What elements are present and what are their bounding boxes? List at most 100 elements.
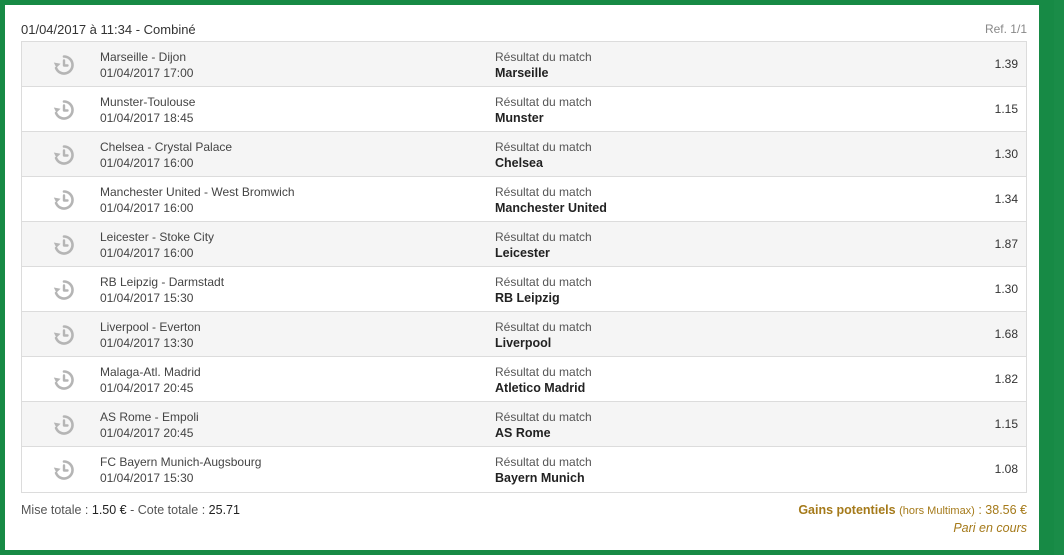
market-name: Résultat du match [495, 455, 592, 469]
selection-pick: Marseille [495, 66, 549, 80]
bet-row: FC Bayern Munich-Augsbourg 01/04/2017 15:… [22, 447, 1026, 492]
market-name: Résultat du match [495, 185, 592, 199]
gains-label: Gains potentiels [798, 503, 896, 517]
history-icon [52, 143, 76, 167]
history-icon [52, 413, 76, 437]
history-icon [52, 53, 76, 77]
history-icon [52, 98, 76, 122]
match-date: 01/04/2017 17:00 [100, 66, 194, 80]
market-info: Résultat du match Manchester United [495, 184, 607, 216]
market-info: Résultat du match Munster [495, 94, 592, 126]
match-date: 01/04/2017 20:45 [100, 426, 194, 440]
bet-header: 01/04/2017 à 11:34 - Combiné Ref. 1/1 [21, 20, 1027, 40]
market-info: Résultat du match Leicester [495, 229, 592, 261]
bet-row: Manchester United - West Bromwich 01/04/2… [22, 177, 1026, 222]
bet-row: Marseille - Dijon 01/04/2017 17:00 Résulta… [22, 42, 1026, 87]
market-info: Résultat du match Bayern Munich [495, 454, 592, 486]
market-name: Résultat du match [495, 50, 592, 64]
market-name: Résultat du match [495, 230, 592, 244]
match-info: Manchester United - West Bromwich 01/04/2… [100, 184, 295, 216]
match-name: Munster-Toulouse [100, 95, 196, 109]
market-name: Résultat du match [495, 95, 592, 109]
selection-odds: 1.82 [994, 372, 1018, 386]
match-date: 01/04/2017 18:45 [100, 111, 194, 125]
selection-odds: 1.15 [994, 417, 1018, 431]
selection-odds: 1.39 [994, 57, 1018, 71]
selection-odds: 1.15 [994, 102, 1018, 116]
match-info: Munster-Toulouse 01/04/2017 18:45 [100, 94, 195, 126]
gains-note: (hors Multimax) [899, 505, 975, 517]
history-icon [52, 233, 76, 257]
selection-pick: Chelsea [495, 156, 543, 170]
match-name: AS Rome - Empoli [100, 410, 199, 424]
match-date: 01/04/2017 16:00 [100, 246, 194, 260]
bet-row: Munster-Toulouse 01/04/2017 18:45 Résultat… [22, 87, 1026, 132]
selection-pick: Atletico Madrid [495, 381, 586, 395]
match-name: Leicester - Stoke City [100, 230, 215, 244]
bet-row: Leicester - Stoke City 01/04/2017 16:00 Ré… [22, 222, 1026, 267]
selection-odds: 1.30 [994, 282, 1018, 296]
match-name: Liverpool - Everton [100, 320, 201, 334]
market-info: Résultat du match Chelsea [495, 139, 592, 171]
match-info: Marseille - Dijon 01/04/2017 17:00 [100, 49, 193, 81]
match-name: Chelsea - Crystal Palace [100, 140, 233, 154]
history-icon [52, 368, 76, 392]
bet-row: AS Rome - Empoli 01/04/2017 20:45 Résultat… [22, 402, 1026, 447]
match-name: RB Leipzig - Darmstadt [100, 275, 225, 289]
match-info: Liverpool - Everton 01/04/2017 13:30 [100, 319, 201, 351]
match-name: Manchester United - West Bromwich [100, 185, 295, 199]
match-info: AS Rome - Empoli 01/04/2017 20:45 [100, 409, 199, 441]
match-date: 01/04/2017 15:30 [100, 291, 194, 305]
match-info: Chelsea - Crystal Palace 01/04/2017 16:00 [100, 139, 232, 171]
bet-summary: Mise totale : 1.50 € - Cote totale : 25.… [21, 503, 240, 517]
match-info: Malaga-Atl. Madrid 01/04/2017 20:45 [100, 364, 201, 396]
market-info: Résultat du match Atletico Madrid [495, 364, 592, 396]
selection-pick: Munster [495, 111, 544, 125]
match-date: 01/04/2017 16:00 [100, 201, 194, 215]
match-name: Marseille - Dijon [100, 50, 187, 64]
market-info: Résultat du match RB Leipzig [495, 274, 592, 306]
selection-odds: 1.08 [994, 462, 1018, 476]
selection-pick: AS Rome [495, 426, 551, 440]
market-info: Résultat du match Liverpool [495, 319, 592, 351]
match-name: FC Bayern Munich-Augsbourg [100, 455, 262, 469]
market-name: Résultat du match [495, 275, 592, 289]
history-icon [52, 323, 76, 347]
stake-value: 1.50 € [91, 503, 127, 517]
bet-row: RB Leipzig - Darmstadt 01/04/2017 15:30 Ré… [22, 267, 1026, 312]
market-info: Résultat du match Marseille [495, 49, 592, 81]
selection-odds: 1.30 [994, 147, 1018, 161]
selection-pick: RB Leipzig [495, 291, 560, 305]
summary-separator: - [130, 503, 135, 517]
match-info: RB Leipzig - Darmstadt 01/04/2017 15:30 [100, 274, 224, 306]
bet-reference: Ref. 1/1 [984, 22, 1027, 36]
market-name: Résultat du match [495, 410, 592, 424]
market-info: Résultat du match AS Rome [495, 409, 592, 441]
bet-status: Pari en cours [953, 521, 1027, 535]
selection-odds: 1.34 [994, 192, 1018, 206]
selection-pick: Liverpool [495, 336, 552, 350]
match-date: 01/04/2017 20:45 [100, 381, 194, 395]
potential-gains: Gains potentiels (hors Multimax) : 38.56… [798, 503, 1027, 535]
market-name: Résultat du match [495, 320, 592, 334]
selection-odds: 1.87 [994, 237, 1018, 251]
market-name: Résultat du match [495, 365, 592, 379]
history-icon [52, 188, 76, 212]
selection-pick: Leicester [495, 246, 550, 260]
bet-row: Liverpool - Everton 01/04/2017 13:30 Résul… [22, 312, 1026, 357]
bet-row: Malaga-Atl. Madrid 01/04/2017 20:45 Résult… [22, 357, 1026, 402]
total-odds-label: Cote totale : [137, 503, 206, 517]
match-date: 01/04/2017 15:30 [100, 471, 194, 485]
match-date: 01/04/2017 13:30 [100, 336, 194, 350]
selection-pick: Bayern Munich [495, 471, 585, 485]
history-icon [52, 278, 76, 302]
match-name: Malaga-Atl. Madrid [100, 365, 201, 379]
market-name: Résultat du match [495, 140, 592, 154]
gains-value: : 38.56 € [978, 503, 1027, 517]
match-date: 01/04/2017 16:00 [100, 156, 194, 170]
window-edge [1054, 0, 1064, 555]
selection-odds: 1.68 [994, 327, 1018, 341]
bet-title: 01/04/2017 à 11:34 - Combiné [21, 22, 196, 37]
selection-pick: Manchester United [495, 201, 607, 215]
total-odds-value: 25.71 [208, 503, 240, 517]
